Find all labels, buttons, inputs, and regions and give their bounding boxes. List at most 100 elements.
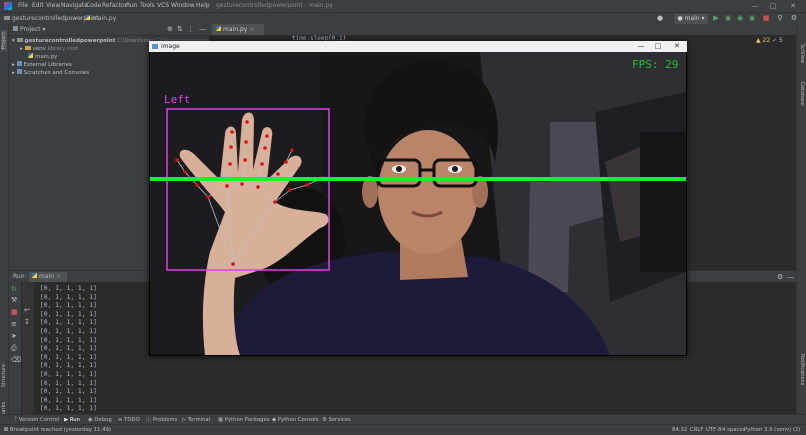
close-icon[interactable]: ✕: [670, 41, 684, 52]
menu-help[interactable]: Help: [196, 2, 210, 10]
tree-row-main-file[interactable]: main.py: [28, 53, 57, 61]
python-file-icon: [32, 273, 37, 278]
console-line: [0, 1, 1, 1, 1]: [40, 379, 97, 387]
tree-row-venv[interactable]: ▸ venv library root: [20, 45, 78, 53]
menu-file[interactable]: File: [18, 2, 28, 10]
tree-row-external-libraries[interactable]: ▸ External Libraries: [12, 61, 72, 69]
pycharm-logo-icon: [4, 2, 12, 10]
console-line: [0, 1, 1, 1, 1]: [40, 319, 97, 327]
run-tab-main[interactable]: main ×: [29, 272, 67, 282]
console-line: [0, 1, 1, 1, 1]: [40, 353, 97, 361]
image-window-title: image: [161, 43, 180, 50]
database-tool-button[interactable]: Database: [799, 82, 805, 106]
stop-icon[interactable]: ■: [762, 14, 770, 22]
settings-icon[interactable]: ⚙: [777, 272, 783, 282]
maximize-icon[interactable]: □: [651, 41, 665, 52]
user-icon[interactable]: ●: [656, 14, 664, 22]
menu-view[interactable]: View: [46, 2, 60, 10]
profile-icon[interactable]: ◉: [748, 14, 756, 22]
pin-icon[interactable]: ➤: [11, 332, 17, 340]
image-window-titlebar[interactable]: [149, 41, 687, 52]
scroll-to-end-icon[interactable]: ↧: [24, 318, 30, 326]
project-icon: [13, 26, 18, 31]
wrench-icon[interactable]: ⚒: [11, 296, 17, 304]
hide-panel-icon[interactable]: —: [787, 272, 794, 282]
locate-icon[interactable]: ⊕: [167, 25, 173, 34]
scratches-icon: [16, 69, 22, 74]
console-line: [0, 1, 1, 1, 1]: [40, 405, 97, 413]
console-line: [0, 1, 1, 1, 1]: [40, 362, 97, 370]
run-config-select[interactable]: ● main ▾: [674, 14, 708, 24]
minimize-icon[interactable]: —: [748, 1, 762, 11]
maximize-icon[interactable]: □: [766, 1, 780, 11]
console-line: [0, 1, 1, 1, 1]: [40, 345, 97, 353]
breadcrumb-file[interactable]: main.py: [85, 14, 116, 24]
inspection-widget[interactable]: ▲ 22 ✓ 5: [756, 37, 783, 44]
webcam-frame: [150, 52, 686, 355]
menu-window[interactable]: Window: [171, 2, 195, 10]
status-bar: Breakpoint reached (yesterday 11:49) 84:…: [0, 424, 806, 435]
menu-refactor[interactable]: Refactor: [102, 2, 127, 10]
rerun-icon[interactable]: ↻: [11, 285, 17, 293]
close-tab-icon[interactable]: ×: [56, 273, 61, 280]
python-icon: ●: [677, 15, 685, 22]
breadcrumb-separator: ›: [80, 15, 83, 22]
python-file-icon: [216, 26, 221, 31]
options-icon[interactable]: ⋮: [187, 25, 194, 34]
console-line: [0, 1, 1, 1, 1]: [40, 396, 97, 404]
window-title: gesturecontrolledpowerpoint - main.py: [216, 2, 333, 9]
stop-icon[interactable]: ■: [11, 308, 18, 316]
console-line: [0, 1, 1, 1, 1]: [40, 293, 97, 301]
run-toolbar-secondary: ↩ ↧: [22, 282, 34, 414]
dump-threads-icon[interactable]: ≡: [11, 320, 17, 328]
console-line: [0, 1, 1, 1, 1]: [40, 285, 97, 292]
gesture-threshold-line: [150, 177, 686, 181]
window-app-icon: [152, 44, 158, 49]
sciview-tool-button[interactable]: SciView: [799, 44, 805, 63]
hand-label: Left: [164, 93, 191, 106]
run-label: Run:: [13, 273, 27, 280]
console-line: [0, 1, 1, 1, 1]: [40, 336, 97, 344]
structure-tool-button[interactable]: Structure: [1, 364, 7, 387]
console-line: [0, 1, 1, 1, 1]: [40, 371, 97, 378]
minimize-icon[interactable]: —: [634, 41, 648, 52]
notifications-tool-button[interactable]: Notifications: [799, 354, 805, 385]
collapse-icon[interactable]: ⇅: [177, 25, 183, 34]
fps-counter: FPS: 29: [632, 58, 679, 71]
library-icon: [16, 61, 22, 66]
menu-navigate[interactable]: Navigate: [61, 2, 88, 10]
left-tool-stripe: Project Structure Bookmarks: [0, 24, 9, 430]
menu-run[interactable]: Run: [126, 2, 138, 10]
settings-icon[interactable]: ⚙: [790, 14, 798, 22]
menu-vcs[interactable]: VCS: [157, 2, 169, 10]
menu-tools[interactable]: Tools: [140, 2, 155, 10]
folder-icon: [4, 16, 10, 20]
console-line: [0, 1, 1, 1, 1]: [40, 310, 97, 318]
close-tab-icon[interactable]: ×: [249, 26, 254, 33]
run-icon[interactable]: ▶: [712, 14, 720, 22]
webcam-scene: [150, 52, 686, 355]
project-tool-button[interactable]: Project: [1, 30, 7, 52]
tree-row-scratches[interactable]: ▸ Scratches and Consoles: [12, 69, 89, 77]
trash-icon[interactable]: ⌫: [11, 356, 21, 364]
coverage-icon[interactable]: ◉: [736, 14, 744, 22]
folder-icon: [16, 38, 23, 42]
console-line: [0, 1, 1, 1, 1]: [40, 328, 97, 335]
right-tool-stripe: SciView Database Notifications: [796, 24, 806, 414]
soft-wrap-icon[interactable]: ↩: [24, 306, 30, 314]
project-view-dropdown[interactable]: Project ▾: [13, 25, 45, 34]
breakpoint-icon: [4, 427, 8, 431]
hide-panel-icon[interactable]: —: [199, 25, 206, 34]
search-icon[interactable]: ⚲: [776, 14, 784, 22]
print-icon[interactable]: ⎙: [11, 344, 17, 353]
menu-code[interactable]: Code: [86, 2, 101, 10]
python-file-icon: [85, 15, 90, 20]
console-line: [0, 1, 1, 1, 1]: [40, 302, 97, 310]
title-bar: File Edit View Navigate Code Refactor Ru…: [0, 0, 806, 12]
console-line: [0, 1, 1, 1, 1]: [40, 388, 97, 396]
menu-edit[interactable]: Edit: [32, 2, 44, 10]
close-icon[interactable]: ✕: [786, 1, 800, 11]
project-panel-header: Project ▾ ⊕ ⇅ ⋮ —: [9, 24, 209, 36]
debug-icon[interactable]: ◉: [724, 14, 732, 22]
folder-icon: [24, 46, 31, 50]
